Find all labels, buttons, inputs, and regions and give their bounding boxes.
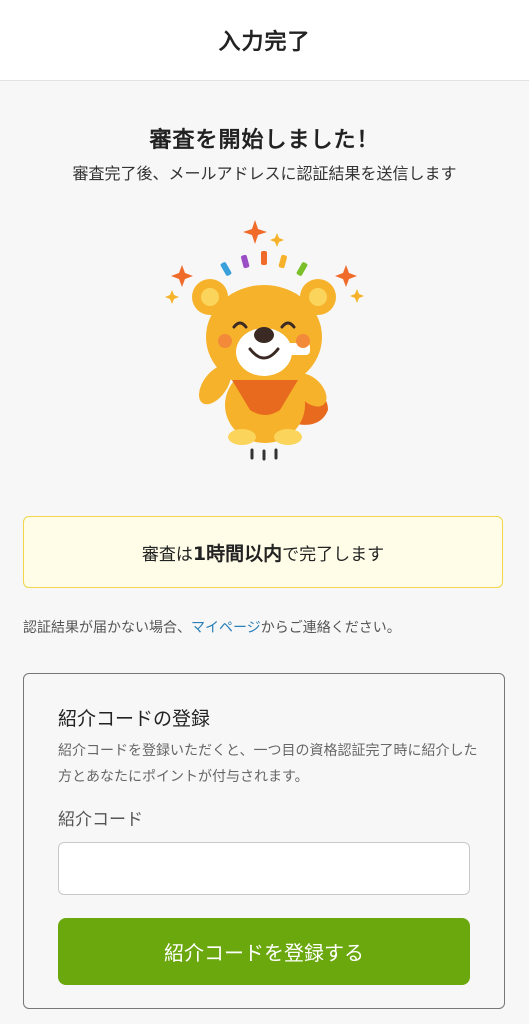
register-referral-button[interactable]: 紹介コードを登録する <box>58 918 470 985</box>
completion-title: 審査を開始しました！ <box>149 128 380 153</box>
completion-subtitle: 審査完了後、メールアドレスに認証結果を送信します <box>72 164 457 183</box>
referral-field-label: 紹介コード <box>58 810 143 830</box>
referral-title: 紹介コードの登録 <box>58 708 211 730</box>
contact-suffix: からご連絡ください。 <box>260 620 401 636</box>
review-time-notice: 審査は 1時間以内 で完了します <box>23 516 503 588</box>
app-header: 入力完了 <box>0 0 529 81</box>
notice-suffix: で完了します <box>282 544 385 565</box>
referral-code-card: 紹介コードの登録 紹介コードを登録いただくと、一つ目の資格認証完了時に紹介した方… <box>23 673 505 1009</box>
contact-notice: 認証結果が届かない場合、マイページからご連絡ください。 <box>23 617 513 637</box>
notice-emphasis: 1時間以内 <box>192 542 283 565</box>
bear-mascot-celebrating-icon <box>165 220 364 461</box>
referral-description: 紹介コードを登録いただくと、一つ目の資格認証完了時に紹介した方とあなたにポイント… <box>58 743 478 785</box>
referral-code-input[interactable] <box>58 842 470 895</box>
contact-prefix: 認証結果が届かない場合、 <box>23 620 191 636</box>
notice-prefix: 審査は <box>141 544 193 565</box>
page-title: 入力完了 <box>218 30 311 55</box>
mypage-link[interactable]: マイページ <box>191 620 261 636</box>
